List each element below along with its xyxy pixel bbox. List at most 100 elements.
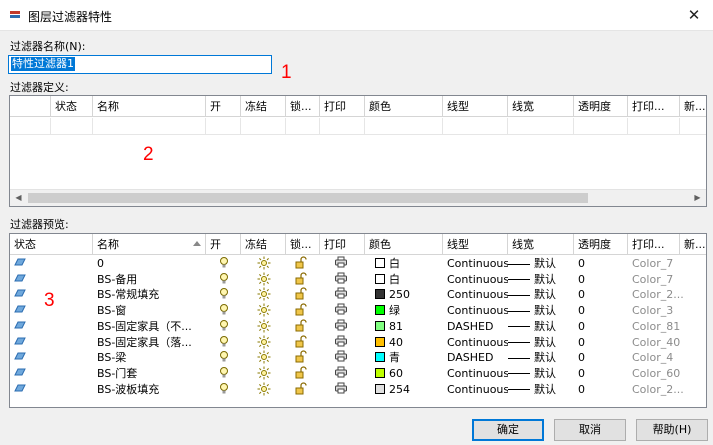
layer-color[interactable]: 白 — [365, 272, 443, 288]
definition-hscrollbar[interactable]: ◀ ▶ — [10, 189, 706, 206]
printer-icon[interactable] — [330, 256, 360, 272]
layer-linetype[interactable]: Continuous — [443, 335, 508, 351]
layer-transparency[interactable]: 0 — [574, 366, 628, 382]
col-lineweight[interactable]: 线宽 — [508, 234, 574, 255]
def-col-plot[interactable]: 打印 — [320, 96, 365, 117]
layer-linetype[interactable]: Continuous — [443, 303, 508, 319]
filter-definition-grid[interactable]: 状态 名称 开 冻结 锁... 打印 颜色 线型 线宽 透明度 打印... 新.… — [9, 95, 707, 207]
padlock-open-icon[interactable] — [290, 287, 318, 303]
layer-lineweight[interactable]: 默认 — [504, 335, 574, 351]
padlock-open-icon[interactable] — [290, 350, 318, 366]
sun-icon[interactable] — [253, 382, 283, 398]
col-new-vp-freeze[interactable]: 新... — [680, 234, 706, 255]
col-plot-style[interactable]: 打印... — [628, 234, 680, 255]
padlock-open-icon[interactable] — [290, 256, 318, 272]
col-name[interactable]: 名称 — [93, 234, 206, 255]
padlock-open-icon[interactable] — [290, 319, 318, 335]
def-col-name[interactable]: 名称 — [93, 96, 206, 117]
close-icon[interactable]: ✕ — [681, 3, 707, 27]
scroll-left-icon[interactable]: ◀ — [10, 190, 27, 206]
layer-linetype[interactable]: Continuous — [443, 256, 508, 272]
def-col-freeze[interactable]: 冻结 — [241, 96, 286, 117]
lightbulb-icon[interactable] — [215, 303, 240, 319]
layer-linetype[interactable]: Continuous — [443, 272, 508, 288]
ok-button[interactable]: 确定 — [472, 419, 544, 441]
padlock-open-icon[interactable] — [290, 334, 318, 351]
sun-icon[interactable] — [253, 287, 283, 303]
sun-icon[interactable] — [253, 256, 283, 272]
layer-linetype[interactable]: Continuous — [443, 287, 508, 303]
def-col-color[interactable]: 颜色 — [365, 96, 443, 117]
layer-transparency[interactable]: 0 — [574, 256, 628, 272]
layer-transparency[interactable]: 0 — [574, 287, 628, 303]
layer-color[interactable]: 青 — [365, 350, 443, 366]
layer-linetype[interactable]: DASHED — [443, 319, 508, 335]
layer-color[interactable]: 绿 — [365, 303, 443, 319]
lightbulb-icon[interactable] — [215, 366, 240, 382]
lightbulb-icon[interactable] — [215, 335, 240, 351]
lightbulb-icon[interactable] — [215, 272, 240, 288]
table-row[interactable]: 0 白 Continuous 默认 0 Color_7 — [10, 256, 706, 272]
layer-transparency[interactable]: 0 — [574, 272, 628, 288]
padlock-open-icon[interactable] — [290, 382, 318, 398]
scroll-right-icon[interactable]: ▶ — [689, 190, 706, 206]
lightbulb-icon[interactable] — [215, 350, 240, 366]
layer-lineweight[interactable]: 默认 — [504, 272, 574, 288]
printer-icon[interactable] — [330, 366, 360, 382]
filter-name-input[interactable]: 特性过滤器1 — [8, 55, 272, 74]
padlock-open-icon[interactable] — [290, 366, 318, 382]
layer-status-icon[interactable] — [10, 366, 93, 382]
printer-icon[interactable] — [330, 350, 360, 366]
table-row[interactable]: BS-梁 青 DASHED 默认 0 Color_4 — [10, 350, 706, 366]
def-col-plot-style[interactable]: 打印... — [628, 96, 680, 117]
table-row[interactable]: BS-备用 白 Continuous 默认 0 Color_7 — [10, 272, 706, 288]
col-linetype[interactable]: 线型 — [443, 234, 508, 255]
sun-icon[interactable] — [253, 350, 283, 366]
layer-transparency[interactable]: 0 — [574, 319, 628, 335]
def-col-on[interactable]: 开 — [206, 96, 241, 117]
sun-icon[interactable] — [253, 303, 283, 319]
col-status[interactable]: 状态 — [10, 234, 93, 255]
layer-color[interactable]: 40 — [365, 335, 443, 351]
layer-lineweight[interactable]: 默认 — [504, 287, 574, 303]
table-row[interactable]: BS-固定家具（落... 40 Continuous 默认 0 Color_40 — [10, 334, 706, 351]
table-row[interactable]: BS-波板填充 254 Continuous 默认 0 Color_2... — [10, 382, 706, 398]
printer-icon[interactable] — [330, 319, 360, 335]
layer-lineweight[interactable]: 默认 — [504, 382, 574, 398]
lightbulb-icon[interactable] — [215, 287, 240, 303]
layer-color[interactable]: 254 — [365, 382, 443, 398]
col-transparency[interactable]: 透明度 — [574, 234, 628, 255]
sun-icon[interactable] — [253, 366, 283, 382]
layer-status-icon[interactable] — [10, 256, 93, 272]
help-button[interactable]: 帮助(H) — [636, 419, 708, 441]
layer-transparency[interactable]: 0 — [574, 350, 628, 366]
table-row[interactable]: BS-常规填充 250 Continuous 默认 0 Color_2... — [10, 287, 706, 303]
layer-status-icon[interactable] — [10, 272, 93, 288]
sun-icon[interactable] — [253, 335, 283, 351]
table-row[interactable]: BS-窗 绿 Continuous 默认 0 Color_3 — [10, 303, 706, 319]
layer-status-icon[interactable] — [10, 350, 93, 366]
layer-transparency[interactable]: 0 — [574, 382, 628, 398]
layer-lineweight[interactable]: 默认 — [504, 350, 574, 366]
layer-transparency[interactable]: 0 — [574, 335, 628, 351]
printer-icon[interactable] — [330, 335, 360, 351]
def-col-transparency[interactable]: 透明度 — [574, 96, 628, 117]
def-col-lock[interactable]: 锁... — [286, 96, 320, 117]
scroll-thumb[interactable] — [28, 193, 588, 203]
layer-status-icon[interactable] — [10, 335, 93, 351]
layer-lineweight[interactable]: 默认 — [504, 319, 574, 335]
table-row[interactable]: BS-门套 60 Continuous 默认 0 Color_60 — [10, 366, 706, 382]
padlock-open-icon[interactable] — [290, 303, 318, 319]
filter-preview-grid[interactable]: 状态 名称 开 冻结 锁... 打印 颜色 线型 线宽 透明度 打印... 新.… — [9, 233, 707, 408]
printer-icon[interactable] — [330, 382, 360, 398]
def-col-linetype[interactable]: 线型 — [443, 96, 508, 117]
layer-lineweight[interactable]: 默认 — [504, 366, 574, 382]
layer-linetype[interactable]: Continuous — [443, 382, 508, 398]
layer-lineweight[interactable]: 默认 — [504, 303, 574, 319]
printer-icon[interactable] — [330, 287, 360, 303]
def-col-status[interactable]: 状态 — [51, 96, 93, 117]
layer-transparency[interactable]: 0 — [574, 303, 628, 319]
col-on[interactable]: 开 — [206, 234, 241, 255]
layer-status-icon[interactable] — [10, 382, 93, 398]
lightbulb-icon[interactable] — [215, 382, 240, 398]
